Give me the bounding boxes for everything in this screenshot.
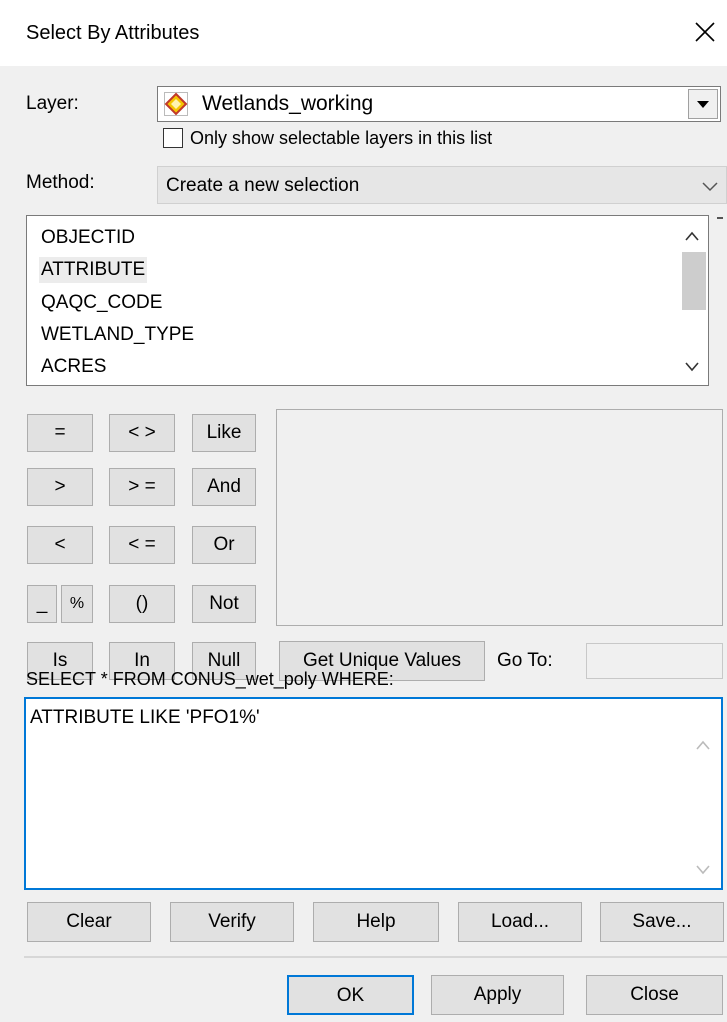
ok-button[interactable]: OK [287, 975, 414, 1015]
layer-label: Layer: [26, 93, 79, 114]
scroll-up-icon[interactable] [695, 739, 711, 751]
method-value: Create a new selection [166, 175, 360, 196]
unique-values-list[interactable] [276, 409, 723, 626]
less-equal-button[interactable]: < = [109, 526, 175, 564]
field-list[interactable]: OBJECTID ATTRIBUTE QAQC_CODE WETLAND_TYP… [26, 215, 709, 386]
goto-input[interactable] [586, 643, 723, 679]
layer-dropdown-button[interactable] [688, 89, 718, 119]
title-bar: Select By Attributes [0, 0, 727, 66]
field-item[interactable]: OBJECTID [39, 225, 137, 251]
field-item[interactable]: ACRES [39, 354, 108, 380]
less-than-button[interactable]: < [27, 526, 93, 564]
window-title: Select By Attributes [26, 22, 200, 44]
load-button[interactable]: Load... [458, 902, 582, 942]
scroll-up-icon[interactable] [684, 230, 700, 242]
and-button[interactable]: And [192, 468, 256, 506]
divider [24, 956, 727, 958]
greater-equal-button[interactable]: > = [109, 468, 175, 506]
underscore-button[interactable]: _ [27, 585, 57, 623]
not-equal-button[interactable]: < > [109, 414, 175, 452]
apply-button[interactable]: Apply [431, 975, 564, 1015]
selectable-layers-checkbox[interactable] [163, 128, 183, 148]
resize-mark-icon [717, 217, 723, 219]
chevron-down-icon [702, 182, 718, 192]
scroll-down-icon[interactable] [695, 864, 711, 876]
layer-value: Wetlands_working [202, 92, 374, 115]
method-label: Method: [26, 172, 95, 193]
percent-button[interactable]: % [61, 585, 93, 623]
scroll-thumb[interactable] [682, 252, 706, 310]
scroll-down-icon[interactable] [684, 361, 700, 373]
goto-label: Go To: [497, 650, 553, 671]
layer-icon [164, 92, 188, 116]
equals-button[interactable]: = [27, 414, 93, 452]
save-button[interactable]: Save... [600, 902, 724, 942]
or-button[interactable]: Or [192, 526, 256, 564]
parentheses-button[interactable]: () [109, 585, 175, 623]
help-button[interactable]: Help [313, 902, 439, 942]
clear-button[interactable]: Clear [27, 902, 151, 942]
field-list-scrollbar[interactable] [672, 216, 708, 385]
close-button[interactable]: Close [586, 975, 723, 1015]
close-icon[interactable] [687, 14, 721, 48]
sql-query-textarea[interactable]: ATTRIBUTE LIKE 'PFO1%' [24, 697, 723, 890]
field-item-selected[interactable]: ATTRIBUTE [39, 257, 148, 283]
field-item[interactable]: WETLAND_TYPE [39, 322, 196, 348]
like-button[interactable]: Like [192, 414, 256, 452]
method-dropdown[interactable]: Create a new selection [157, 166, 727, 204]
sql-query-text: ATTRIBUTE LIKE 'PFO1%' [30, 707, 260, 728]
selectable-layers-label: Only show selectable layers in this list [190, 128, 493, 148]
field-item[interactable]: QAQC_CODE [39, 290, 164, 316]
dropdown-arrow-icon [697, 101, 709, 108]
verify-button[interactable]: Verify [170, 902, 294, 942]
layer-dropdown[interactable]: Wetlands_working [157, 86, 721, 122]
sql-prefix-label: SELECT * FROM CONUS_wet_poly WHERE: [26, 669, 394, 689]
greater-than-button[interactable]: > [27, 468, 93, 506]
not-button[interactable]: Not [192, 585, 256, 623]
